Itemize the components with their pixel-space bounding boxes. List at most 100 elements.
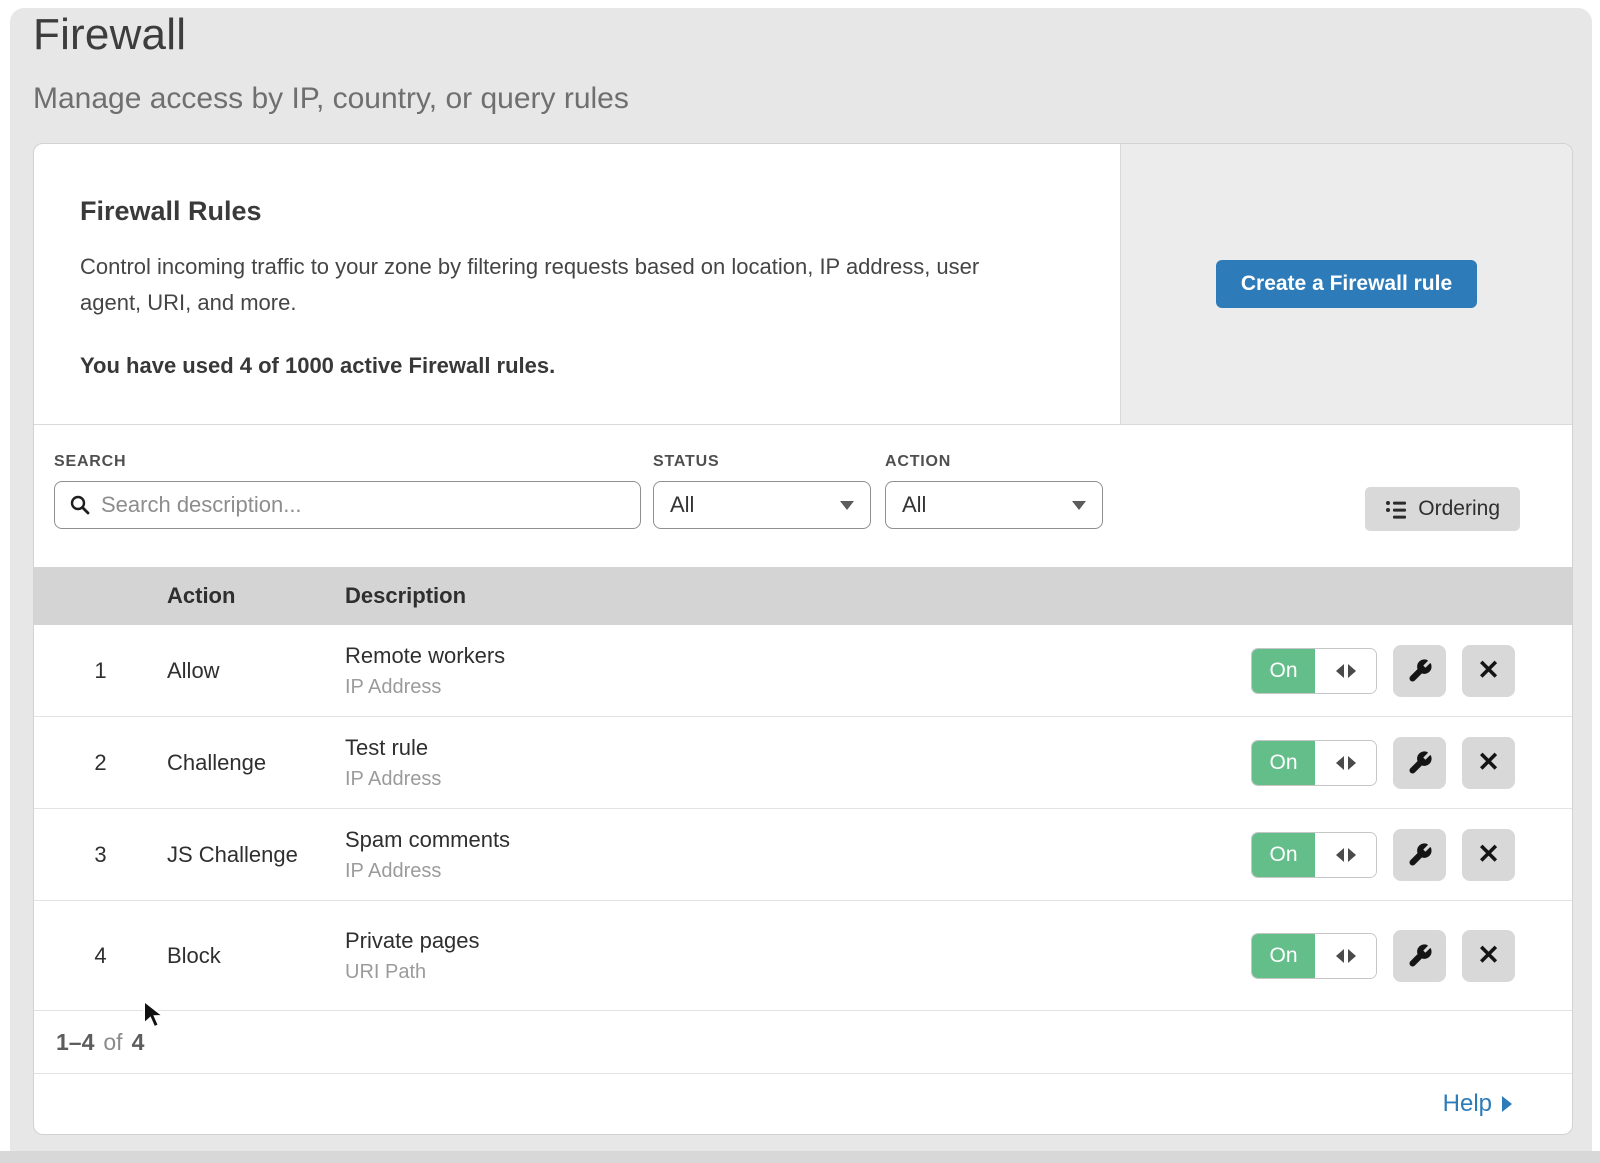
- hero-usage-count: You have used 4 of 1000 active Firewall …: [80, 353, 1080, 379]
- column-description: Description: [345, 583, 1572, 609]
- toggle-arrows-icon[interactable]: [1315, 934, 1376, 978]
- rule-priority: 3: [34, 842, 167, 868]
- status-filter-group: STATUS All: [653, 453, 871, 529]
- table-row: 3 JS Challenge Spam comments IP Address …: [34, 809, 1572, 901]
- rule-enabled-toggle[interactable]: On: [1251, 648, 1377, 694]
- delete-rule-button[interactable]: ✕: [1462, 829, 1515, 881]
- rule-controls: On ✕: [1251, 829, 1572, 881]
- rule-description-cell: Remote workers IP Address: [345, 643, 1251, 699]
- action-filter-group: ACTION All: [885, 453, 1103, 529]
- ordering-button[interactable]: Ordering: [1365, 487, 1520, 531]
- wrench-icon: [1407, 842, 1433, 868]
- hero-text-block: Firewall Rules Control incoming traffic …: [34, 144, 1120, 424]
- pagination-of: of: [103, 1029, 122, 1056]
- help-arrow-icon: [1502, 1096, 1512, 1112]
- help-link[interactable]: Help: [1443, 1090, 1492, 1118]
- rule-enabled-toggle[interactable]: On: [1251, 933, 1377, 979]
- table-body: 1 Allow Remote workers IP Address On ✕: [34, 625, 1572, 1011]
- rule-priority: 2: [34, 750, 167, 776]
- rule-controls: On ✕: [1251, 645, 1572, 697]
- delete-rule-button[interactable]: ✕: [1462, 930, 1515, 982]
- close-icon: ✕: [1477, 841, 1500, 868]
- search-label: SEARCH: [54, 453, 641, 471]
- triangle-right-icon: [1348, 664, 1356, 678]
- rule-controls: On ✕: [1251, 737, 1572, 789]
- edit-rule-button[interactable]: [1393, 645, 1446, 697]
- rule-match-type: URI Path: [345, 961, 1251, 984]
- triangle-right-icon: [1348, 848, 1356, 862]
- table-row: 2 Challenge Test rule IP Address On ✕: [34, 717, 1572, 809]
- rule-priority: 1: [34, 658, 167, 684]
- hero-description: Control incoming traffic to your zone by…: [80, 249, 1030, 321]
- pagination-total: 4: [132, 1029, 145, 1056]
- create-firewall-rule-button[interactable]: Create a Firewall rule: [1216, 260, 1477, 308]
- delete-rule-button[interactable]: ✕: [1462, 737, 1515, 789]
- rule-description-cell: Test rule IP Address: [345, 735, 1251, 791]
- rule-description-cell: Spam comments IP Address: [345, 827, 1251, 883]
- hero-section: Firewall Rules Control incoming traffic …: [34, 144, 1572, 425]
- rule-action: Block: [167, 943, 345, 969]
- status-selected-value: All: [670, 492, 840, 518]
- rule-action: Challenge: [167, 750, 345, 776]
- rule-match-type: IP Address: [345, 676, 1251, 699]
- firewall-rules-card: Firewall Rules Control incoming traffic …: [33, 143, 1573, 1135]
- edit-rule-button[interactable]: [1393, 829, 1446, 881]
- hero-action-panel: Create a Firewall rule: [1120, 144, 1572, 424]
- ordered-list-icon: [1385, 499, 1407, 520]
- toggle-arrows-icon[interactable]: [1315, 833, 1376, 877]
- edit-rule-button[interactable]: [1393, 930, 1446, 982]
- action-selected-value: All: [902, 492, 1072, 518]
- toggle-on-label[interactable]: On: [1252, 649, 1315, 693]
- toggle-arrows-icon[interactable]: [1315, 741, 1376, 785]
- search-filter-group: SEARCH: [54, 453, 641, 529]
- pagination-range: 1–4: [56, 1029, 94, 1056]
- toggle-on-label[interactable]: On: [1252, 741, 1315, 785]
- rule-description: Spam comments: [345, 827, 1251, 853]
- toggle-on-label[interactable]: On: [1252, 934, 1315, 978]
- rule-action: JS Challenge: [167, 842, 345, 868]
- rule-enabled-toggle[interactable]: On: [1251, 832, 1377, 878]
- search-input[interactable]: [101, 492, 626, 518]
- column-action: Action: [167, 583, 345, 609]
- action-select[interactable]: All: [885, 481, 1103, 529]
- toggle-arrows-icon[interactable]: [1315, 649, 1376, 693]
- edit-rule-button[interactable]: [1393, 737, 1446, 789]
- bottom-band: [0, 1151, 1600, 1163]
- help-footer: Help: [34, 1074, 1572, 1134]
- status-select[interactable]: All: [653, 481, 871, 529]
- pagination: 1–4 of 4: [34, 1011, 1572, 1074]
- triangle-left-icon: [1336, 664, 1344, 678]
- triangle-right-icon: [1348, 949, 1356, 963]
- filter-bar: SEARCH STATUS All ACTION All: [34, 425, 1572, 567]
- page-title: Firewall: [33, 10, 629, 60]
- triangle-left-icon: [1336, 848, 1344, 862]
- action-label: ACTION: [885, 453, 1103, 471]
- triangle-left-icon: [1336, 756, 1344, 770]
- table-row: 4 Block Private pages URI Path On ✕: [34, 901, 1572, 1011]
- close-icon: ✕: [1477, 657, 1500, 684]
- search-box[interactable]: [54, 481, 641, 529]
- status-label: STATUS: [653, 453, 871, 471]
- chevron-down-icon: [1072, 501, 1086, 510]
- page-subtitle: Manage access by IP, country, or query r…: [33, 82, 629, 116]
- triangle-right-icon: [1348, 756, 1356, 770]
- rule-priority: 4: [34, 943, 167, 969]
- rule-match-type: IP Address: [345, 860, 1251, 883]
- toggle-on-label[interactable]: On: [1252, 833, 1315, 877]
- table-header: Action Description: [34, 567, 1572, 626]
- triangle-left-icon: [1336, 949, 1344, 963]
- wrench-icon: [1407, 750, 1433, 776]
- close-icon: ✕: [1477, 942, 1500, 969]
- page-header: Firewall Manage access by IP, country, o…: [33, 10, 629, 116]
- close-icon: ✕: [1477, 749, 1500, 776]
- rule-description: Private pages: [345, 928, 1251, 954]
- delete-rule-button[interactable]: ✕: [1462, 645, 1515, 697]
- rule-controls: On ✕: [1251, 930, 1572, 982]
- search-icon: [69, 494, 91, 516]
- rule-description: Test rule: [345, 735, 1251, 761]
- rule-enabled-toggle[interactable]: On: [1251, 740, 1377, 786]
- rule-match-type: IP Address: [345, 768, 1251, 791]
- rule-description: Remote workers: [345, 643, 1251, 669]
- table-row: 1 Allow Remote workers IP Address On ✕: [34, 625, 1572, 717]
- wrench-icon: [1407, 943, 1433, 969]
